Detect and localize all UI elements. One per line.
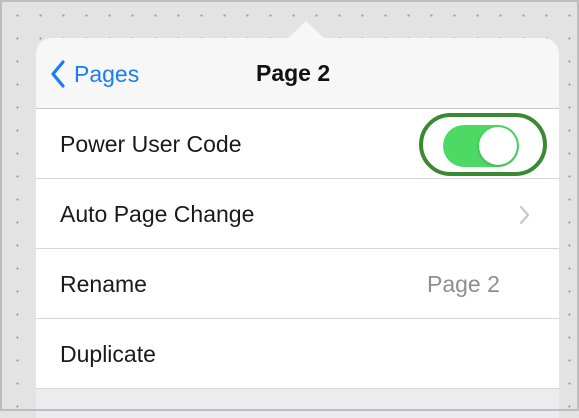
back-button-label: Pages: [74, 60, 140, 87]
list-footer: [36, 389, 559, 418]
rename-label: Rename: [60, 271, 147, 297]
popover-backdrop: { "nav": { "back_label": "Pages", "title…: [0, 0, 579, 418]
toggle-knob: [479, 127, 517, 165]
power-user-code-toggle[interactable]: [443, 125, 519, 167]
settings-list: Power User Code Auto Page Change Rename …: [36, 109, 559, 389]
popover-arrow: [287, 21, 325, 39]
row-duplicate[interactable]: Duplicate: [36, 319, 559, 389]
rename-value: Page 2: [427, 271, 500, 297]
row-rename[interactable]: Rename Page 2: [36, 249, 559, 319]
chevron-right-icon: [519, 205, 530, 230]
row-power-user-code: Power User Code: [36, 109, 559, 179]
chevron-left-icon: [50, 60, 66, 88]
row-auto-page-change[interactable]: Auto Page Change: [36, 179, 559, 249]
power-user-code-label: Power User Code: [60, 131, 242, 157]
page-settings-popover: Pages Page 2 Power User Code Auto Page C…: [36, 38, 559, 418]
back-button[interactable]: Pages: [50, 58, 139, 90]
navigation-bar: Pages Page 2: [36, 38, 559, 109]
auto-page-change-label: Auto Page Change: [60, 201, 255, 227]
duplicate-label: Duplicate: [60, 341, 156, 367]
page-title: Page 2: [256, 60, 331, 86]
